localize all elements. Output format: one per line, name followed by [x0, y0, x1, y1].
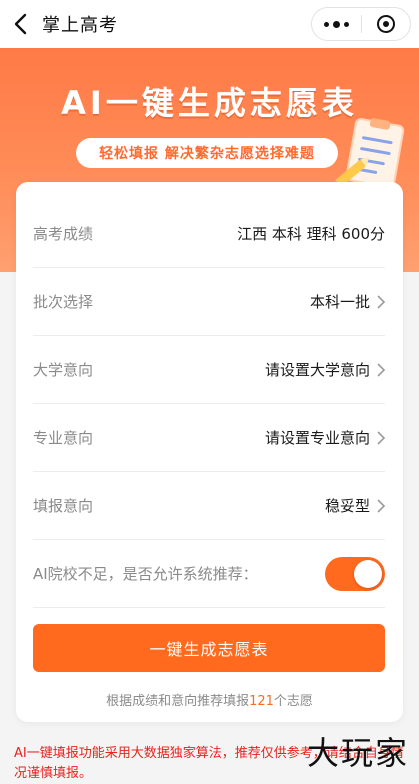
chevron-right-icon: [377, 430, 385, 445]
university-intent-value: 请设置大学意向: [264, 361, 370, 379]
recommendation-count: 121: [249, 694, 274, 709]
batch-row[interactable]: 批次选择 本科一批: [33, 268, 385, 336]
score-label: 高考成绩: [33, 225, 94, 243]
banner-subtitle: 轻松填报 解决繁杂志愿选择难题: [76, 138, 338, 168]
close-miniprogram-button[interactable]: [362, 8, 411, 40]
ai-recommend-toggle[interactable]: [325, 556, 385, 591]
batch-label: 批次选择: [33, 293, 94, 311]
batch-value: 本科一批: [309, 293, 370, 311]
miniprogram-capsule: [311, 7, 411, 41]
more-button[interactable]: [312, 8, 361, 40]
score-value: 江西 本科 理科 600分: [237, 225, 385, 243]
back-button[interactable]: [0, 0, 40, 48]
university-intent-row[interactable]: 大学意向 请设置大学意向: [33, 336, 385, 404]
chevron-right-icon: [377, 362, 385, 377]
fill-intent-value: 稳妥型: [324, 497, 370, 515]
fill-intent-label: 填报意向: [33, 497, 94, 515]
navigation-bar: 掌上高考: [0, 0, 419, 48]
target-close-icon: [376, 15, 395, 33]
toggle-knob: [354, 559, 382, 588]
watermark-logo: 大玩家: [306, 734, 409, 772]
chevron-right-icon: [377, 294, 385, 309]
university-intent-label: 大学意向: [33, 361, 94, 379]
more-dots-icon: [323, 21, 329, 27]
settings-card: 高考成绩 江西 本科 理科 600分 批次选择 本科一批 大学意向 请设置大学意…: [16, 182, 403, 722]
score-row[interactable]: 高考成绩 江西 本科 理科 600分: [33, 200, 385, 268]
major-intent-row[interactable]: 专业意向 请设置专业意向: [33, 404, 385, 472]
fill-intent-row[interactable]: 填报意向 稳妥型: [33, 472, 385, 540]
chevron-left-icon: [14, 13, 27, 35]
chevron-right-icon: [377, 498, 385, 513]
major-intent-label: 专业意向: [33, 429, 94, 447]
ai-recommend-row: AI院校不足，是否允许系统推荐：: [33, 540, 385, 608]
major-intent-value: 请设置专业意向: [264, 429, 370, 447]
generate-volunteer-table-button[interactable]: 一键生成志愿表: [33, 624, 385, 672]
ai-recommend-label: AI院校不足，是否允许系统推荐：: [33, 565, 258, 583]
recommendation-hint: 根据成绩和意向推荐填报121个志愿: [106, 694, 313, 709]
page-title: 掌上高考: [42, 15, 118, 36]
